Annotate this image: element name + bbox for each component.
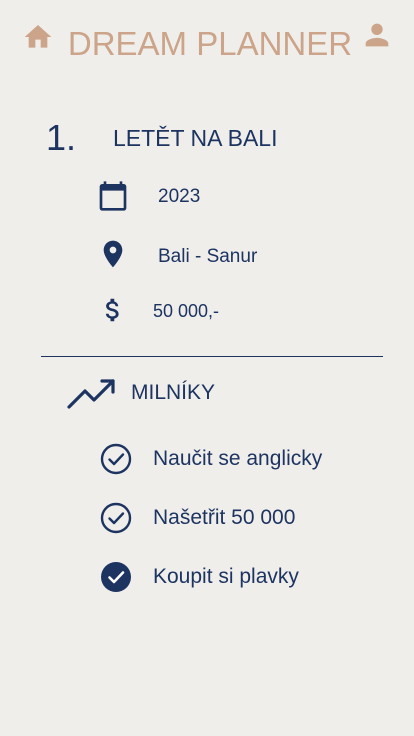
milestone-label: Koupit si plavky xyxy=(153,565,299,588)
dollar-icon xyxy=(105,298,119,322)
location-pin-icon xyxy=(103,240,123,268)
trending-up-icon xyxy=(67,379,115,409)
app-title: DREAM PLANNER xyxy=(67,25,353,62)
milestone-item[interactable]: Koupit si plavky xyxy=(98,559,388,595)
milestone-item[interactable]: Naučit se anglicky xyxy=(98,441,388,477)
goal-year: 2023 xyxy=(158,186,201,207)
goal-year-row: 2023 xyxy=(95,176,395,216)
calendar-icon xyxy=(99,181,127,211)
goal-budget-row: 50 000,- xyxy=(95,290,395,330)
check-circle-outline-icon[interactable] xyxy=(99,501,133,535)
goal-budget: 50 000,- xyxy=(153,301,220,321)
milestone-label: Naučit se anglicky xyxy=(153,447,323,470)
milestones-heading: MILNÍKY xyxy=(131,381,216,404)
profile-button[interactable] xyxy=(359,17,395,53)
check-circle-outline-icon[interactable] xyxy=(99,442,133,476)
milestone-item[interactable]: Našetřit 50 000 xyxy=(98,500,388,536)
app-header: DREAM PLANNER xyxy=(0,0,414,90)
goal-location: Bali - Sanur xyxy=(158,246,258,267)
goal-title[interactable]: LETĚT NA BALI xyxy=(113,124,277,152)
section-divider xyxy=(41,356,383,357)
milestone-label: Našetřit 50 000 xyxy=(153,506,296,529)
user-icon xyxy=(365,23,389,47)
check-circle-filled-icon[interactable] xyxy=(99,560,133,594)
goal-location-row: Bali - Sanur xyxy=(95,234,395,274)
milestones-header: MILNÍKY xyxy=(64,372,364,412)
goal-number: 1. xyxy=(46,117,77,158)
